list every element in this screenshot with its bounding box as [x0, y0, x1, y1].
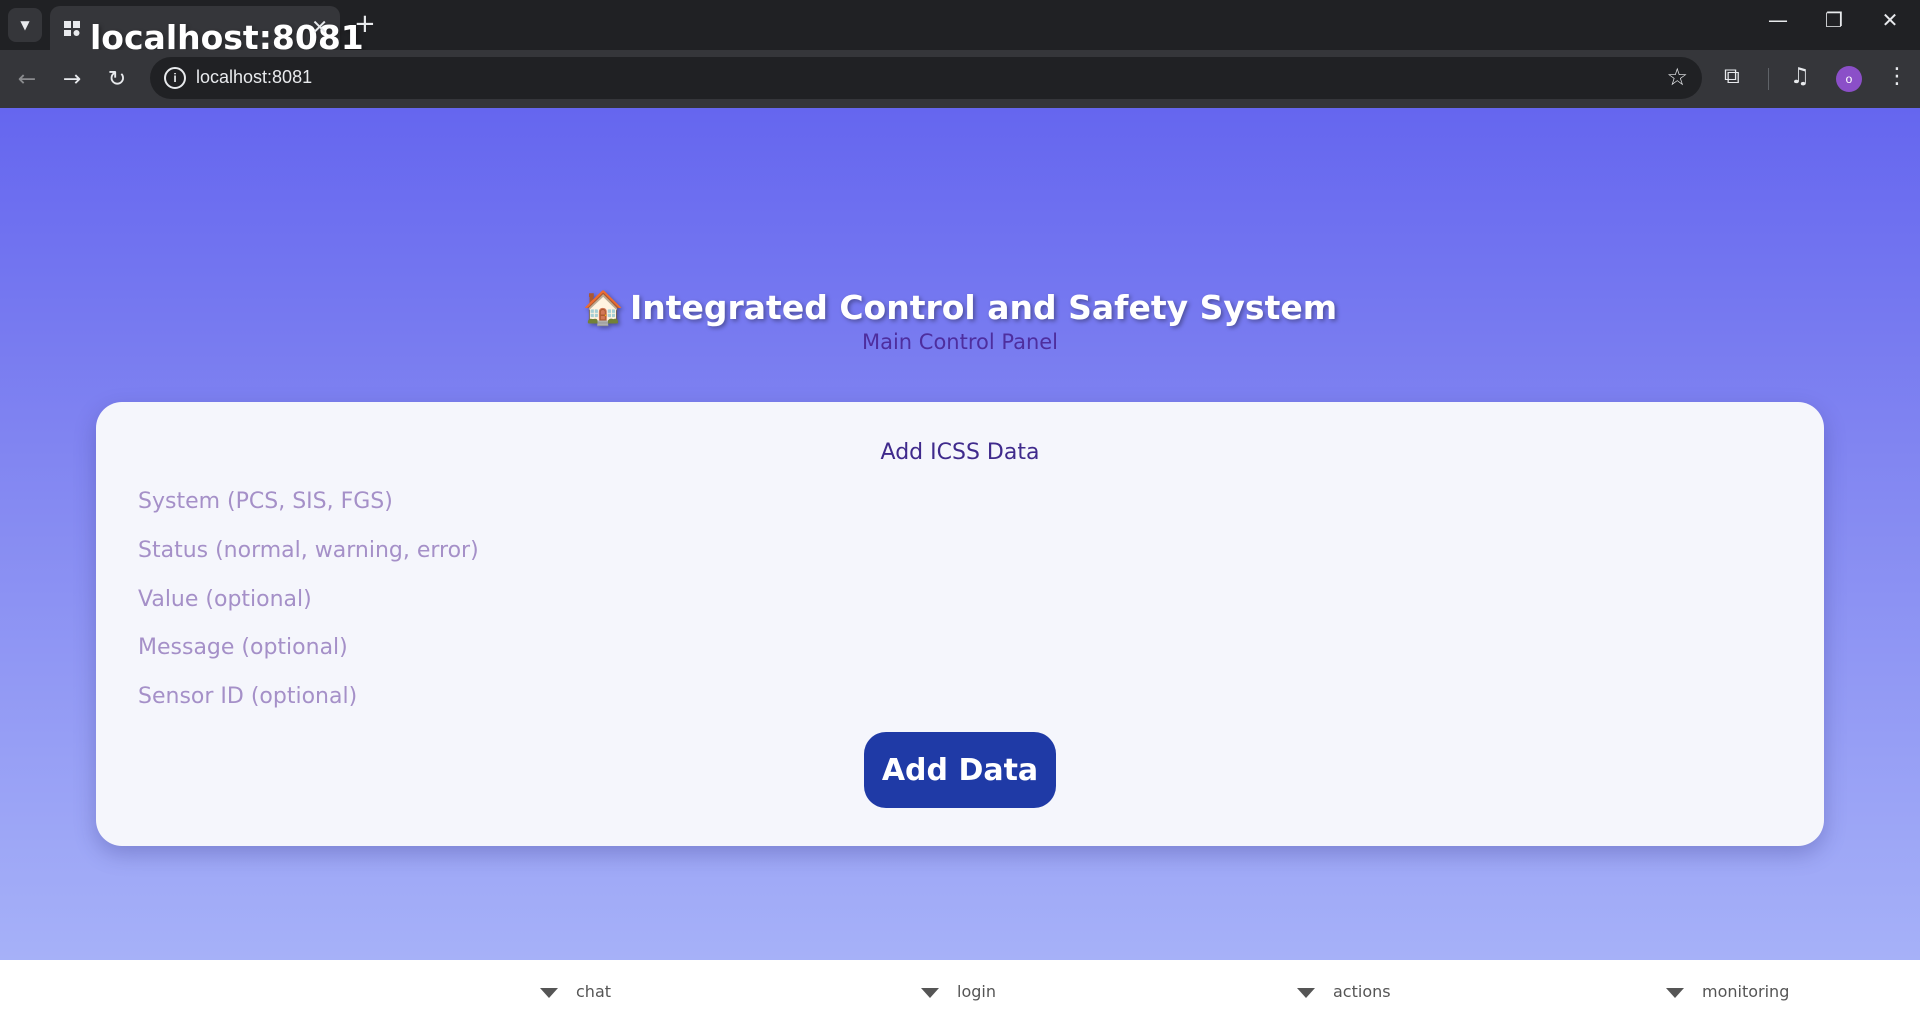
back-icon[interactable]: ←: [11, 63, 43, 95]
add-data-card: Add ICSS Data Add Data: [96, 402, 1824, 846]
address-url[interactable]: localhost:8081: [196, 67, 312, 88]
extensions-icon[interactable]: ⧉: [1724, 64, 1740, 89]
profile-avatar[interactable]: o: [1836, 66, 1862, 92]
address-bar[interactable]: i localhost:8081 ☆: [150, 57, 1702, 99]
toolbar-separator: [1768, 68, 1769, 90]
restore-icon[interactable]: ❐: [1814, 8, 1854, 32]
nav-label-chat: chat: [576, 982, 612, 1001]
form-heading: Add ICSS Data: [880, 440, 1040, 465]
browser-tab-strip: ▼ localhost:8081 ✕ + — ❐ ✕: [0, 0, 1920, 57]
system-input[interactable]: [138, 484, 838, 518]
nav-item-monitoring[interactable]: monitoring: [1666, 982, 1789, 1001]
nav-label-login: login: [957, 982, 996, 1001]
close-window-icon[interactable]: ✕: [1870, 8, 1910, 32]
minimize-icon[interactable]: —: [1758, 8, 1798, 32]
menu-dots-icon[interactable]: ⋮: [1886, 64, 1908, 89]
nav-label-monitoring: monitoring: [1702, 982, 1790, 1001]
browser-toolbar: ← → ↻ i localhost:8081 ☆ ⧉ ♫ o ⋮: [0, 50, 1920, 109]
tab-search-button[interactable]: ▼: [8, 8, 42, 42]
chevron-down-icon: ▼: [20, 18, 30, 32]
site-info-icon[interactable]: i: [164, 67, 186, 89]
nav-item-actions[interactable]: actions: [1297, 982, 1391, 1001]
page-header: 🏠 Integrated Control and Safety System Ma…: [0, 288, 1920, 354]
house-icon: 🏠: [582, 288, 624, 327]
page-title-text: Integrated Control and Safety System: [629, 288, 1338, 327]
forward-icon[interactable]: →: [56, 63, 88, 95]
status-input[interactable]: [138, 533, 838, 567]
new-tab-button[interactable]: +: [354, 9, 376, 39]
sensor-id-input[interactable]: [138, 679, 838, 713]
page-background: 🏠 Integrated Control and Safety System Ma…: [0, 108, 1920, 960]
browser-tab[interactable]: localhost:8081 ✕: [50, 6, 364, 57]
message-input[interactable]: [138, 630, 838, 664]
bookmark-star-icon[interactable]: ☆: [1666, 63, 1688, 91]
nav-item-login[interactable]: login: [921, 982, 996, 1001]
caret-down-icon: [1297, 987, 1315, 998]
tab-close-icon[interactable]: ✕: [311, 15, 328, 40]
reload-icon[interactable]: ↻: [101, 63, 133, 95]
caret-down-icon: [921, 987, 939, 998]
media-control-icon[interactable]: ♫: [1790, 64, 1810, 89]
favicon-icon: [64, 21, 80, 36]
value-input[interactable]: [138, 582, 838, 616]
page-title: 🏠 Integrated Control and Safety System: [0, 288, 1920, 328]
page-subtitle: Main Control Panel: [861, 330, 1059, 354]
bottom-nav: chat login actions monitoring: [0, 960, 1920, 1020]
nav-item-chat[interactable]: chat: [540, 982, 611, 1001]
nav-label-actions: actions: [1333, 982, 1391, 1001]
caret-down-icon: [540, 987, 558, 998]
add-data-button[interactable]: Add Data: [864, 732, 1056, 808]
caret-down-icon: [1666, 987, 1684, 998]
